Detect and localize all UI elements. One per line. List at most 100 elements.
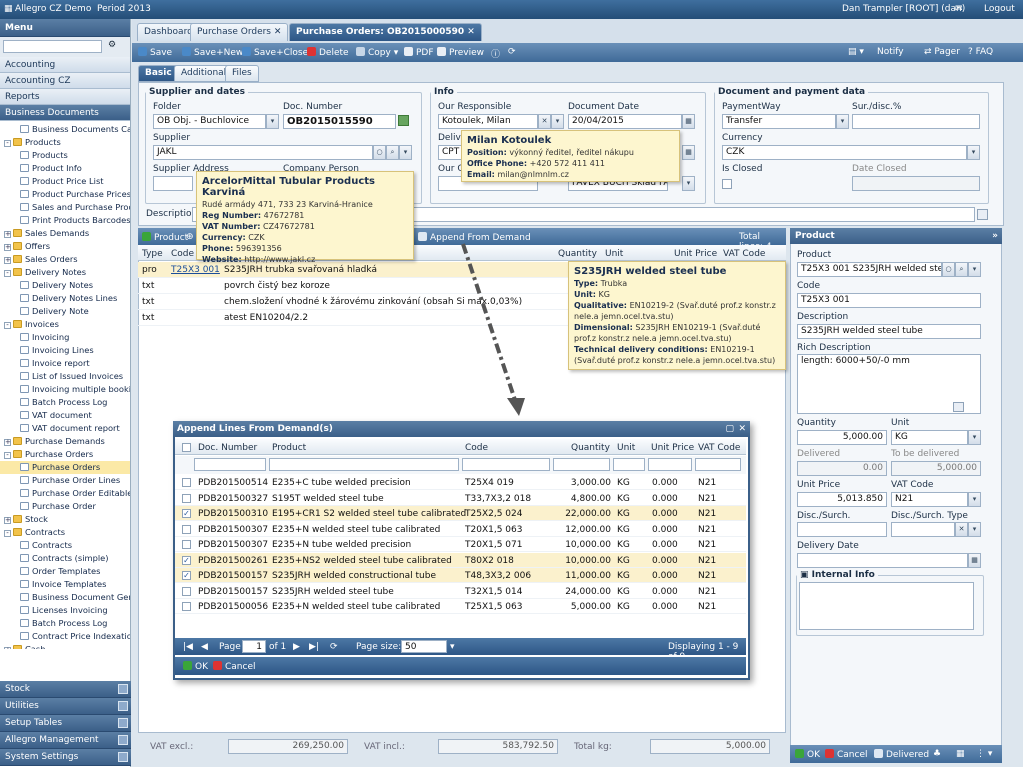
- filter-quantity[interactable]: [553, 458, 610, 471]
- folder-dropdown-button[interactable]: ▾: [266, 114, 279, 129]
- menu-item[interactable]: Product Purchase Prices: [0, 188, 130, 201]
- filter-product[interactable]: [269, 458, 459, 471]
- save-new-button[interactable]: Save+New: [182, 47, 243, 58]
- menu-item[interactable]: - Invoices: [0, 318, 130, 331]
- expand-icon[interactable]: +: [4, 244, 11, 251]
- currency-dropdown-button[interactable]: ▾: [967, 145, 980, 160]
- menu-item[interactable]: Delivery Notes Lines: [0, 292, 130, 305]
- menu-item[interactable]: - Contracts: [0, 526, 130, 539]
- dialog-cancel-button[interactable]: Cancel: [213, 661, 256, 672]
- supplier-address-field[interactable]: [153, 176, 193, 191]
- menu-item[interactable]: Delivery Note: [0, 305, 130, 318]
- expand-icon[interactable]: [953, 402, 964, 412]
- menu-item[interactable]: Contracts (simple): [0, 552, 130, 565]
- supplier-field[interactable]: JAKL: [153, 145, 373, 160]
- col-unit[interactable]: Unit: [605, 249, 623, 259]
- menu-section[interactable]: Accounting: [0, 57, 130, 73]
- save-button[interactable]: Save: [138, 47, 172, 58]
- row-checkbox[interactable]: ✓: [182, 571, 191, 580]
- menu-item[interactable]: Licenses Invoicing: [0, 604, 130, 617]
- menu-item[interactable]: Order Templates: [0, 565, 130, 578]
- add-product-button[interactable]: Product: [142, 232, 188, 243]
- product-field[interactable]: T25X3 001 S235JRH welded steel t: [797, 262, 942, 277]
- filter-doc-number[interactable]: [194, 458, 266, 471]
- calendar-icon[interactable]: ▦: [682, 114, 695, 129]
- page-size-dropdown-icon[interactable]: ▾: [450, 642, 455, 652]
- discount-type-clear-icon[interactable]: ✕: [955, 522, 968, 537]
- row-checkbox[interactable]: ✓: [182, 509, 191, 518]
- menu-item[interactable]: - Purchase Orders: [0, 448, 130, 461]
- copy-button[interactable]: Copy ▾: [356, 47, 398, 58]
- expand-icon[interactable]: [118, 718, 128, 728]
- vat-code-dropdown-button[interactable]: ▾: [968, 492, 981, 507]
- menu-section[interactable]: Setup Tables: [0, 715, 131, 732]
- table-row[interactable]: PDB201500157 S235JRH welded steel tube T32…: [175, 584, 746, 599]
- table-row[interactable]: ✓ PDB201500157 S235JRH welded construction…: [175, 568, 746, 583]
- product-clear-icon[interactable]: ○: [942, 262, 955, 277]
- menu-search-input[interactable]: [3, 40, 102, 53]
- menu-item[interactable]: Delivery Notes: [0, 279, 130, 292]
- close-icon[interactable]: ✕: [738, 421, 746, 437]
- document-date-field[interactable]: 20/04/2015: [568, 114, 682, 129]
- menu-section[interactable]: Accounting CZ: [0, 73, 130, 89]
- filter-vat-code[interactable]: [695, 458, 741, 471]
- collapse-icon[interactable]: »: [992, 228, 998, 244]
- payment-way-dropdown-button[interactable]: ▾: [836, 114, 849, 129]
- expand-icon[interactable]: +: [4, 517, 11, 524]
- menu-item[interactable]: Sales and Purchase Prod: [0, 201, 130, 214]
- menu-item[interactable]: Contract Price Indexation: [0, 630, 130, 643]
- last-page-icon[interactable]: ▶|: [309, 642, 319, 652]
- vat-code-select[interactable]: N21: [891, 492, 968, 507]
- subtab-basic[interactable]: Basic: [138, 65, 179, 82]
- refresh-icon[interactable]: ⟳: [330, 642, 338, 652]
- stock-dropdown-button[interactable]: ▾: [682, 176, 695, 191]
- product-search-icon[interactable]: ⌕: [955, 262, 968, 277]
- quantity-field[interactable]: 5,000.00: [797, 430, 887, 445]
- supplier-clear-icon[interactable]: ○: [373, 145, 386, 160]
- unit-price-field[interactable]: 5,013.850: [797, 492, 887, 507]
- next-page-icon[interactable]: ▶: [293, 642, 300, 652]
- unit-dropdown-button[interactable]: ▾: [968, 430, 981, 445]
- menu-item[interactable]: Invoice report: [0, 357, 130, 370]
- col-unit-price[interactable]: Unit Price: [674, 249, 717, 259]
- menu-item[interactable]: + Sales Orders: [0, 253, 130, 266]
- menu-item[interactable]: Invoice Templates: [0, 578, 130, 591]
- tree-icon[interactable]: ♣: [933, 749, 941, 759]
- menu-item[interactable]: Invoicing Lines: [0, 344, 130, 357]
- close-icon[interactable]: ✕: [467, 27, 475, 37]
- responsible-dropdown-button[interactable]: ▾: [551, 114, 564, 129]
- expand-icon[interactable]: +: [4, 257, 11, 264]
- pager-button[interactable]: ⇄ Pager: [924, 47, 960, 57]
- menu-item[interactable]: Business Documents Calend: [0, 123, 130, 136]
- refresh-icon[interactable]: ⟳: [508, 47, 516, 57]
- col-code[interactable]: Code: [171, 249, 194, 259]
- dcol-quantity[interactable]: Quantity: [571, 443, 610, 453]
- dcol-code[interactable]: Code: [465, 443, 488, 453]
- gear-icon[interactable]: ⚙: [108, 40, 116, 50]
- notify-button[interactable]: Notify: [877, 47, 904, 57]
- collapse-icon[interactable]: -: [4, 140, 11, 147]
- info-icon[interactable]: ⓘ: [491, 47, 500, 60]
- product-ok-button[interactable]: OK: [795, 749, 820, 760]
- menu-item[interactable]: Purchase Orders: [0, 461, 130, 474]
- expand-icon[interactable]: [118, 701, 128, 711]
- supplier-dropdown-button[interactable]: ▾: [399, 145, 412, 160]
- menu-item[interactable]: Batch Process Log: [0, 617, 130, 630]
- cell-code[interactable]: T25X3 001: [171, 265, 220, 275]
- menu-item[interactable]: - Delivery Notes: [0, 266, 130, 279]
- responsible-clear-icon[interactable]: ✕: [538, 114, 551, 129]
- faq-button[interactable]: ? FAQ: [968, 47, 993, 57]
- expand-icon[interactable]: [977, 209, 988, 220]
- dcol-unit-price[interactable]: Unit Price: [651, 443, 694, 453]
- menu-item[interactable]: + Purchase Demands: [0, 435, 130, 448]
- dcol-doc-number[interactable]: Doc. Number: [198, 443, 257, 453]
- row-checkbox[interactable]: [182, 478, 191, 487]
- menu-item[interactable]: Invoicing: [0, 331, 130, 344]
- menu-item[interactable]: Purchase Order: [0, 500, 130, 513]
- folder-select[interactable]: OB Obj. - Buchlovice: [153, 114, 266, 129]
- product-description-field[interactable]: S235JRH welded steel tube: [797, 324, 981, 339]
- delivered-button[interactable]: Delivered: [874, 749, 929, 760]
- table-row[interactable]: PDB201500514 E235+C tube welded precision…: [175, 475, 746, 490]
- filter-unit[interactable]: [613, 458, 645, 471]
- payment-way-select[interactable]: Transfer: [722, 114, 836, 129]
